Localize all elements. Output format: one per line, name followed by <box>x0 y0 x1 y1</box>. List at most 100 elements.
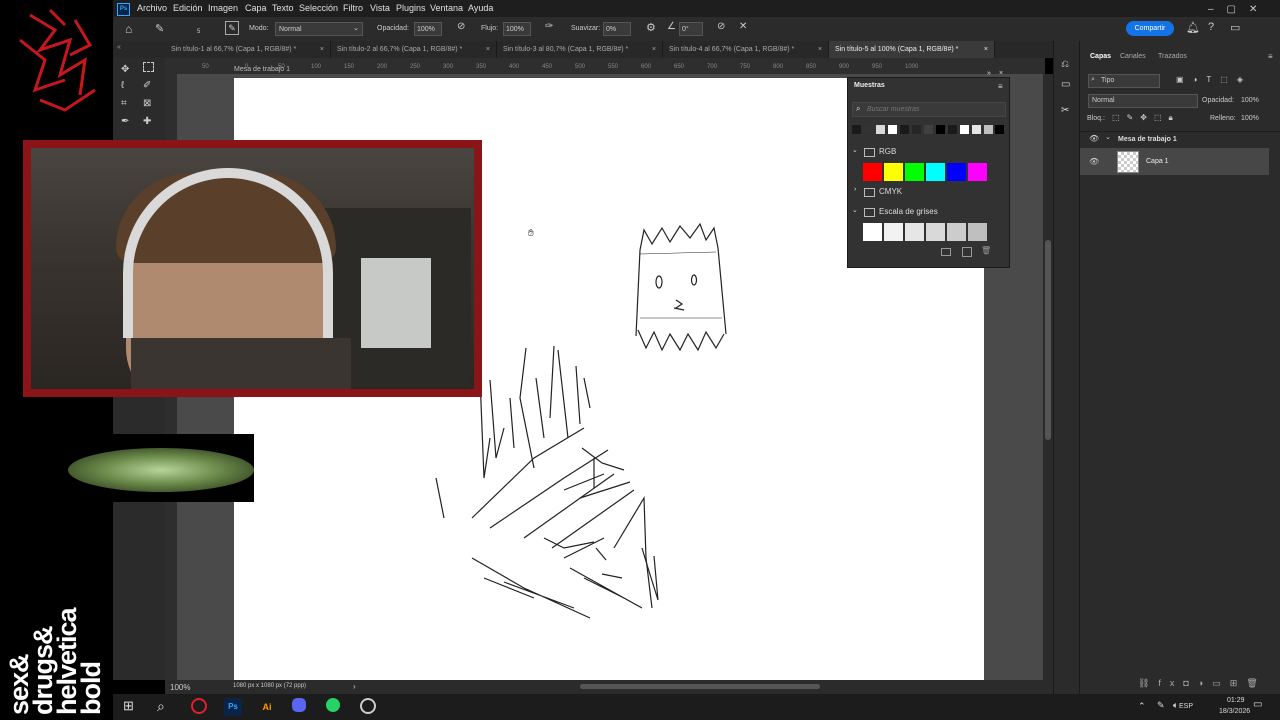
bell-icon[interactable]: 🔔︎ <box>1186 21 1200 34</box>
swatch-gray[interactable] <box>863 223 882 241</box>
swatch-gray[interactable] <box>926 223 945 241</box>
eye-icon[interactable]: 👁︎ <box>1089 157 1099 166</box>
menu-seleccion[interactable]: Selección <box>299 3 338 13</box>
help-icon[interactable]: ? <box>1208 21 1214 33</box>
history-icon[interactable]: ⎌ <box>1061 59 1069 70</box>
vertical-scroll-thumb[interactable] <box>1045 240 1051 440</box>
pressure-opacity-icon[interactable]: ⊘ <box>457 21 465 32</box>
recent-swatch[interactable] <box>900 125 909 134</box>
angle-input[interactable]: 0° <box>679 22 703 36</box>
mode-select[interactable]: Normal ⌄ <box>275 22 363 36</box>
illustrator-taskbar-icon[interactable]: Ai <box>258 698 276 716</box>
recent-swatch[interactable] <box>912 125 921 134</box>
eye-icon[interactable]: 👁︎ <box>1089 134 1099 143</box>
symmetry-icon[interactable]: ✕ <box>739 21 747 32</box>
menu-plugins[interactable]: Plugins <box>396 3 426 13</box>
trash-icon[interactable]: 🗑︎ <box>981 246 991 255</box>
tab-doc-3[interactable]: Sin título-3 al 80,7% (Capa 1, RGB/8#) *… <box>497 41 663 58</box>
layer-row-capa-1[interactable]: 👁︎ Capa 1 <box>1080 148 1269 175</box>
recent-swatch[interactable] <box>924 125 933 134</box>
recent-swatch[interactable] <box>984 125 993 134</box>
whatsapp-icon[interactable] <box>326 698 340 712</box>
swatch-group-rgb[interactable]: ⌄ RGB <box>852 146 992 158</box>
swatch-gray[interactable] <box>884 223 903 241</box>
menu-archivo[interactable]: Archivo <box>137 3 167 13</box>
frame-tool-icon[interactable]: ⊠ <box>143 98 151 109</box>
share-button[interactable]: Compartir <box>1126 21 1174 36</box>
collapse-icon[interactable]: » <box>987 70 991 77</box>
swatches-title[interactable]: Muestras <box>854 82 885 89</box>
swatch-search[interactable]: ⌕ <box>852 102 1006 117</box>
tab-doc-5[interactable]: Sin título-5 al 100% (Capa 1, RGB/8#) * × <box>829 41 995 58</box>
new-group-icon[interactable] <box>941 248 951 256</box>
swatch-cyan[interactable] <box>926 163 945 181</box>
swatch-group-cmyk[interactable]: › CMYK <box>852 186 992 198</box>
menu-filtro[interactable]: Filtro <box>343 3 363 13</box>
flow-input[interactable]: 100% <box>503 22 531 36</box>
adjustments-icon[interactable]: ✂ <box>1061 105 1069 116</box>
menu-ayuda[interactable]: Ayuda <box>468 3 493 13</box>
opacity-input[interactable]: 100% <box>414 22 442 36</box>
layer-opacity-value[interactable]: 100% <box>1241 97 1259 104</box>
swatch-blue[interactable] <box>947 163 966 181</box>
swatch-gray[interactable] <box>968 223 987 241</box>
tab-capas[interactable]: Capas <box>1090 53 1111 60</box>
blend-mode-select[interactable]: Normal <box>1088 94 1198 108</box>
menu-imagen[interactable]: Imagen <box>208 3 238 13</box>
quick-select-icon[interactable]: ✐ <box>143 80 151 91</box>
lasso-tool-icon[interactable]: ℓ <box>121 80 124 91</box>
close-icon[interactable]: × <box>984 41 988 58</box>
recent-swatch[interactable] <box>864 125 873 134</box>
swatch-group-grayscale[interactable]: ⌄ Escala de grises <box>852 206 992 218</box>
menu-vista[interactable]: Vista <box>370 3 390 13</box>
clock-time[interactable]: 01:29 <box>1227 697 1245 704</box>
panel-menu-icon[interactable]: ≡ <box>1268 52 1273 61</box>
move-tool-icon[interactable]: ✥ <box>121 64 129 75</box>
pen-icon[interactable]: ✎ <box>1157 700 1165 711</box>
photoshop-logo-icon[interactable]: Ps <box>117 3 130 16</box>
opera-icon[interactable] <box>191 698 207 714</box>
fill-value[interactable]: 100% <box>1241 115 1259 122</box>
chevron-down-icon[interactable]: ⌄ <box>1105 133 1111 141</box>
close-icon[interactable]: × <box>652 41 656 58</box>
window-controls[interactable]: –▢✕ <box>1208 4 1270 15</box>
gear-icon[interactable]: ⚙ <box>646 21 656 34</box>
layer-footer-icons[interactable]: ⛓fx◘◑▭⊞🗑︎ <box>1138 678 1267 689</box>
recent-swatch[interactable] <box>876 125 885 134</box>
panel-menu-icon[interactable]: ≡ <box>998 82 1003 91</box>
notifications-icon[interactable]: ▭ <box>1253 699 1262 710</box>
search-icon[interactable]: ⌕ <box>157 698 175 716</box>
clock-date[interactable]: 18/3/2026 <box>1219 708 1250 715</box>
lock-icons[interactable]: ⬚✎✥⬚🔒︎ <box>1112 113 1180 123</box>
filter-icons[interactable]: ▣◑T⬚◈ <box>1176 75 1252 84</box>
language-indicator[interactable]: ESP <box>1179 703 1193 710</box>
tab-doc-1[interactable]: Sin título-1 al 66,7% (Capa 1, RGB/8#) *… <box>165 41 331 58</box>
swatch-search-input[interactable] <box>867 104 999 114</box>
pressure-size-icon[interactable]: ⊘ <box>717 21 725 32</box>
document-size[interactable]: 1080 px x 1080 px (72 ppp) <box>233 683 306 689</box>
menu-ventana[interactable]: Ventana <box>430 3 463 13</box>
workspace-icon[interactable]: ▭ <box>1230 21 1240 34</box>
menu-edicion[interactable]: Edición <box>173 3 203 13</box>
discord-icon[interactable] <box>292 698 306 712</box>
close-icon[interactable]: × <box>320 41 324 58</box>
speaker-icon[interactable]: 🔈︎ <box>1173 700 1178 711</box>
chevron-right-icon[interactable]: › <box>353 682 356 691</box>
photoshop-taskbar-icon[interactable]: Ps <box>224 698 242 716</box>
artboard-label[interactable]: Mesa de trabajo 1 <box>234 66 290 73</box>
tab-canales[interactable]: Canales <box>1120 53 1146 60</box>
layer-row-artboard[interactable]: 👁︎ ⌄ Mesa de trabajo 1 <box>1080 131 1280 148</box>
recent-swatch[interactable] <box>995 125 1004 134</box>
zoom-level[interactable]: 100% <box>170 683 190 692</box>
chevron-up-icon[interactable]: ⌃ <box>1138 701 1146 712</box>
close-icon[interactable]: × <box>818 41 822 58</box>
crop-tool-icon[interactable]: ⌗ <box>121 98 127 109</box>
recent-swatch[interactable] <box>936 125 945 134</box>
healing-brush-icon[interactable]: ✚ <box>143 116 151 127</box>
tab-trazados[interactable]: Trazados <box>1158 53 1187 60</box>
swatch-green[interactable] <box>905 163 924 181</box>
marquee-tool-icon[interactable] <box>143 62 154 72</box>
horizontal-scroll-thumb[interactable] <box>580 684 820 689</box>
new-swatch-icon[interactable] <box>962 247 972 257</box>
tab-doc-4[interactable]: Sin título-4 al 66,7% (Capa 1, RGB/8#) *… <box>663 41 829 58</box>
